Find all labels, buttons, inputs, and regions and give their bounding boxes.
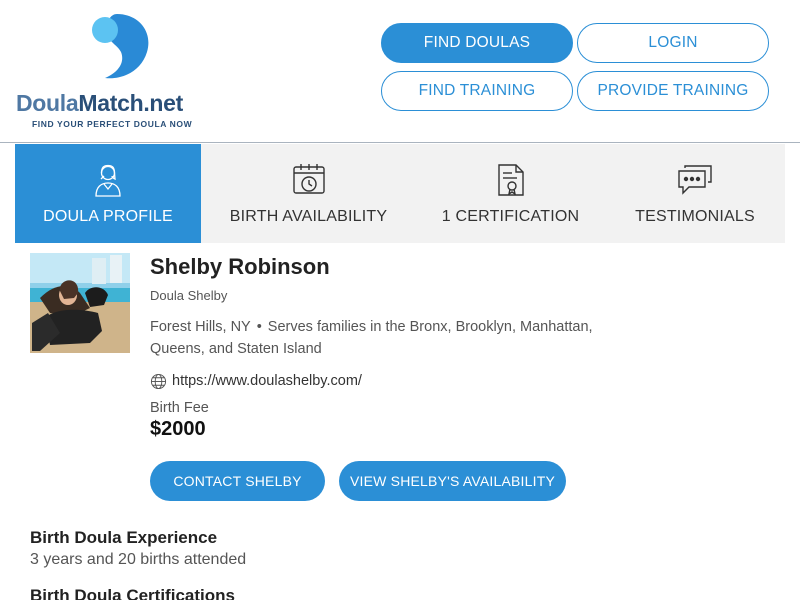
logo-tagline: FIND YOUR PERFECT DOULA NOW bbox=[32, 119, 193, 129]
calendar-clock-icon bbox=[291, 162, 327, 198]
website-row: https://www.doulashelby.com/ bbox=[150, 371, 362, 391]
tab-label: 1 CERTIFICATION bbox=[441, 208, 580, 225]
birth-fee-value: $2000 bbox=[150, 418, 206, 440]
contact-doula-button[interactable]: CONTACT SHELBY bbox=[150, 461, 325, 501]
tab-label: DOULA PROFILE bbox=[43, 208, 173, 225]
certifications-heading: Birth Doula Certifications bbox=[30, 586, 235, 600]
birth-fee-label: Birth Fee bbox=[150, 400, 209, 416]
globe-icon bbox=[150, 373, 167, 389]
tab-birth-availability[interactable]: BIRTH AVAILABILITY bbox=[201, 144, 416, 243]
person-icon bbox=[90, 162, 126, 198]
separator-dot: • bbox=[256, 319, 262, 335]
doula-name: Shelby Robinson bbox=[150, 254, 330, 279]
logo-wordmark: DoulaMatch.net bbox=[16, 90, 183, 117]
location-city: Forest Hills, NY bbox=[150, 319, 251, 335]
doula-business-name: Doula Shelby bbox=[150, 288, 228, 303]
site-logo[interactable]: DoulaMatch.net FIND YOUR PERFECT DOULA N… bbox=[16, 12, 221, 132]
logo-word-part2: Match.net bbox=[78, 90, 184, 116]
login-button[interactable]: LOGIN bbox=[577, 23, 769, 63]
experience-text: 3 years and 20 births attended bbox=[30, 551, 247, 568]
profile-photo bbox=[30, 253, 130, 353]
website-link[interactable]: https://www.doulashelby.com/ bbox=[172, 373, 362, 389]
tab-label: BIRTH AVAILABILITY bbox=[229, 208, 388, 225]
tab-certification[interactable]: 1 CERTIFICATION bbox=[416, 144, 605, 243]
site-header: DoulaMatch.net FIND YOUR PERFECT DOULA N… bbox=[0, 0, 800, 143]
logo-word-part1: Doula bbox=[16, 90, 79, 116]
profile-tabs: DOULA PROFILE BIRTH AVAILABILITY 1 CERTI… bbox=[15, 144, 785, 243]
certificate-document-icon bbox=[493, 162, 529, 198]
logo-mark-icon bbox=[92, 14, 149, 79]
experience-heading: Birth Doula Experience bbox=[30, 528, 218, 547]
view-availability-button[interactable]: VIEW SHELBY'S AVAILABILITY bbox=[339, 461, 566, 501]
tab-label: TESTIMONIALS bbox=[635, 208, 755, 225]
tab-testimonials[interactable]: TESTIMONIALS bbox=[605, 144, 785, 243]
find-training-button[interactable]: FIND TRAINING bbox=[381, 71, 573, 111]
tab-doula-profile[interactable]: DOULA PROFILE bbox=[15, 144, 201, 243]
chat-bubbles-icon bbox=[677, 162, 713, 198]
find-doulas-button[interactable]: FIND DOULAS bbox=[381, 23, 573, 63]
provide-training-button[interactable]: PROVIDE TRAINING bbox=[577, 71, 769, 111]
location-info: Forest Hills, NY • Serves families in the … bbox=[150, 316, 630, 360]
